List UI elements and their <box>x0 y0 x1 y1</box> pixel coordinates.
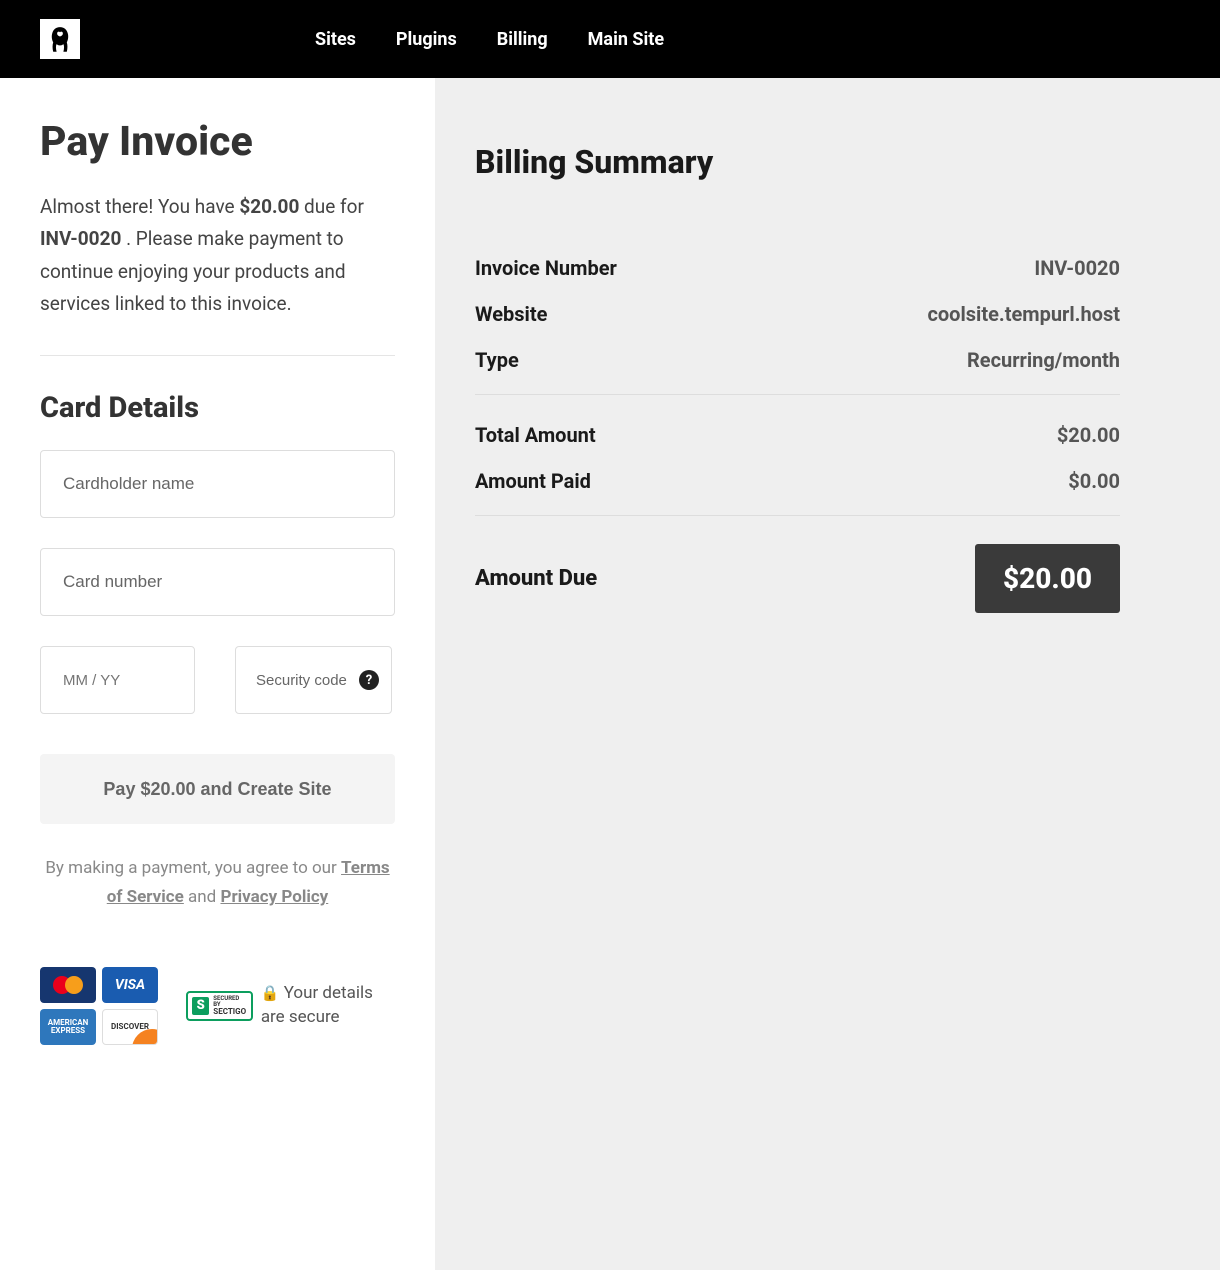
card-details-title: Card Details <box>40 391 395 425</box>
amount-due-row: Amount Due $20.00 <box>475 544 1120 613</box>
intro-pre: Almost there! You have <box>40 195 239 218</box>
nav-plugins[interactable]: Plugins <box>396 29 457 50</box>
summary-divider-1 <box>475 394 1120 395</box>
sectigo-icon: S <box>192 997 209 1015</box>
summary-value-paid: $0.00 <box>1068 469 1120 493</box>
mastercard-logo <box>40 967 96 1003</box>
card-number-input[interactable] <box>40 548 395 616</box>
privacy-policy-link[interactable]: Privacy Policy <box>220 887 328 907</box>
amount-due-badge: $20.00 <box>975 544 1120 613</box>
page-title: Pay Invoice <box>40 118 395 166</box>
summary-divider-2 <box>475 515 1120 516</box>
header: Sites Plugins Billing Main Site <box>0 0 1220 78</box>
summary-label-website: Website <box>475 302 547 326</box>
summary-value-total: $20.00 <box>1057 423 1120 447</box>
nav-billing[interactable]: Billing <box>497 29 548 50</box>
lock-icon: 🔒 <box>261 984 280 1002</box>
sectigo-label: SECTIGO <box>213 1008 247 1016</box>
summary-row-total: Total Amount $20.00 <box>475 423 1120 447</box>
intro-mid: due for <box>299 195 364 218</box>
trust-section: VISA AMERICANEXPRESS DISCOVER S SECURED … <box>40 967 395 1045</box>
billing-summary-panel: Billing Summary Invoice Number INV-0020 … <box>435 78 1220 1270</box>
summary-value-website: coolsite.tempurl.host <box>927 302 1120 326</box>
secure-text: 🔒 Your details are secure <box>261 982 395 1030</box>
gorilla-icon <box>43 22 77 56</box>
security-code-input[interactable] <box>256 672 351 689</box>
intro-invoice: INV-0020 <box>40 227 121 250</box>
payment-panel: Pay Invoice Almost there! You have $20.0… <box>0 78 435 1270</box>
discover-logo: DISCOVER <box>102 1009 158 1045</box>
visa-logo: VISA <box>102 967 158 1003</box>
amount-due-label: Amount Due <box>475 566 597 591</box>
divider <box>40 355 395 356</box>
summary-title: Billing Summary <box>475 143 1120 181</box>
agreement-mid: and <box>184 887 221 907</box>
sectigo-badge: S SECURED BY SECTIGO <box>186 991 253 1021</box>
brand-logo[interactable] <box>40 19 80 59</box>
summary-row-type: Type Recurring/month <box>475 348 1120 372</box>
help-icon[interactable]: ? <box>359 670 379 690</box>
summary-value-invoice: INV-0020 <box>1034 256 1120 280</box>
intro-amount: $20.00 <box>239 195 299 218</box>
summary-label-type: Type <box>475 348 519 372</box>
nav-main-site[interactable]: Main Site <box>588 29 664 50</box>
cardholder-name-input[interactable] <box>40 450 395 518</box>
intro-text: Almost there! You have $20.00 due for IN… <box>40 191 395 320</box>
expiry-input[interactable] <box>40 646 195 714</box>
card-logos: VISA AMERICANEXPRESS DISCOVER <box>40 967 158 1045</box>
summary-row-invoice: Invoice Number INV-0020 <box>475 256 1120 280</box>
security-code-wrap: ? <box>235 646 392 714</box>
nav-sites[interactable]: Sites <box>315 29 356 50</box>
agreement-text: By making a payment, you agree to our Te… <box>40 854 395 912</box>
summary-row-website: Website coolsite.tempurl.host <box>475 302 1120 326</box>
summary-label-invoice: Invoice Number <box>475 256 617 280</box>
summary-label-total: Total Amount <box>475 423 596 447</box>
secure-section: S SECURED BY SECTIGO 🔒 Your details are … <box>186 982 395 1030</box>
main-nav: Sites Plugins Billing Main Site <box>315 29 664 50</box>
summary-value-type: Recurring/month <box>967 348 1120 372</box>
amex-logo: AMERICANEXPRESS <box>40 1009 96 1045</box>
summary-label-paid: Amount Paid <box>475 469 591 493</box>
agreement-pre: By making a payment, you agree to our <box>45 858 341 878</box>
summary-row-paid: Amount Paid $0.00 <box>475 469 1120 493</box>
pay-button[interactable]: Pay $20.00 and Create Site <box>40 754 395 824</box>
